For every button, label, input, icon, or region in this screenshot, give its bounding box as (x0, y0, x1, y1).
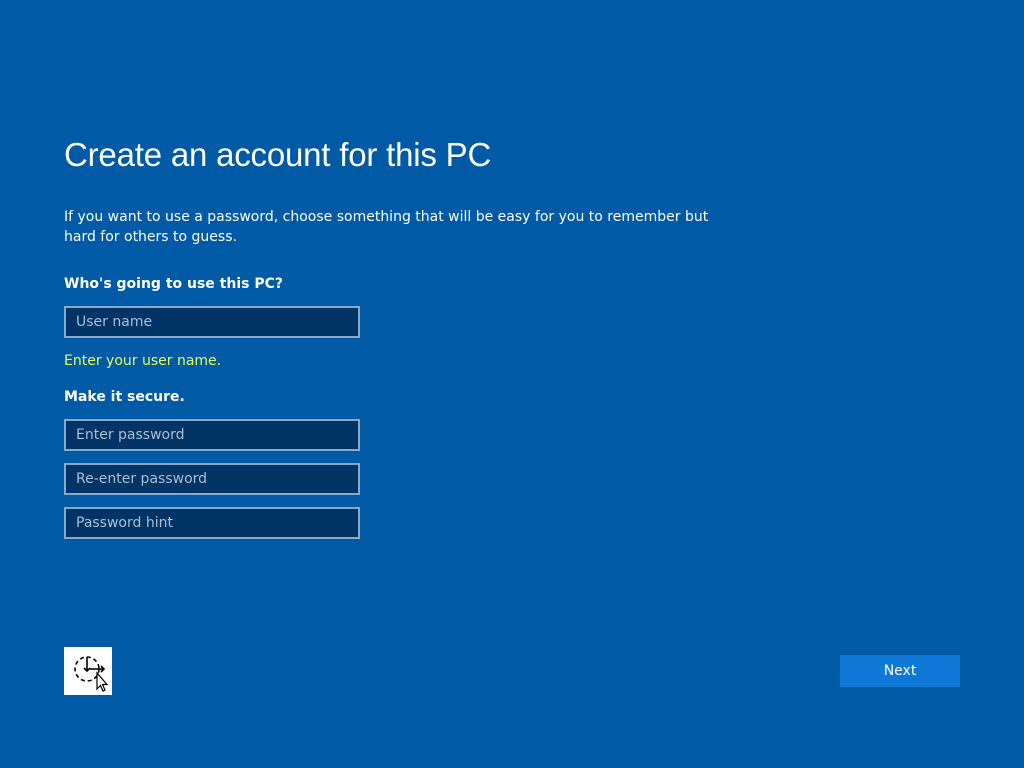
ease-of-access-button[interactable] (64, 647, 112, 695)
who-heading: Who's going to use this PC? (64, 276, 283, 292)
mouse-cursor-icon (96, 671, 109, 692)
page-title: Create an account for this PC (64, 136, 492, 173)
page-description: If you want to use a password, choose so… (64, 209, 709, 245)
reenter-password-input[interactable] (64, 463, 360, 495)
username-error-message: Enter your user name. (64, 353, 222, 369)
secure-heading: Make it secure. (64, 389, 185, 405)
username-input[interactable] (64, 306, 360, 338)
password-input[interactable] (64, 419, 360, 451)
ease-of-access-icon (74, 656, 109, 692)
password-hint-input[interactable] (64, 507, 360, 539)
next-button[interactable]: Next (840, 655, 960, 687)
